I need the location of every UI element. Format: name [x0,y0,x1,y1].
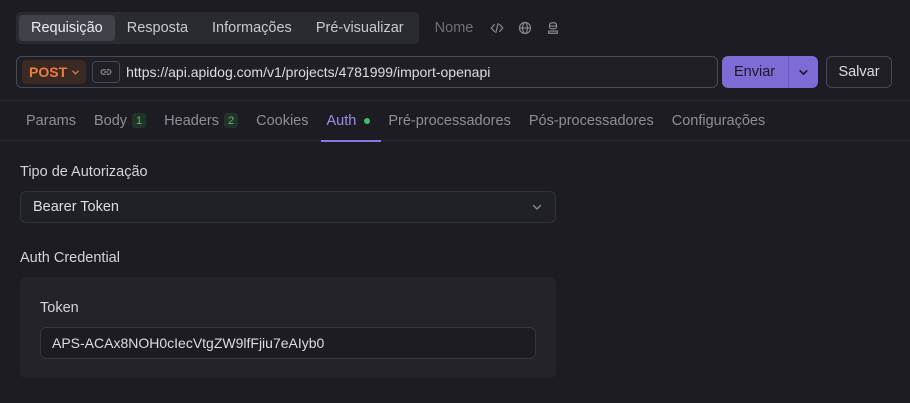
tab-label: Pós-processadores [528,112,654,129]
url-input[interactable]: https://api.apidog.com/v1/projects/47819… [126,64,490,80]
tab-requisicao[interactable]: Requisição [19,15,115,41]
chevron-down-icon [72,70,79,74]
send-button[interactable]: Enviar [722,56,818,88]
code-icon[interactable] [489,20,505,36]
method-select[interactable]: POST [22,60,87,84]
tab-label: Body [93,112,128,129]
auth-credential-label: Auth Credential [20,250,120,266]
send-options-button[interactable] [788,56,818,88]
tab-cookies[interactable]: Cookies [256,101,308,141]
tab-pre-processadores[interactable]: Pré-processadores [388,101,511,141]
auth-credential-panel: Token APS-ACAx8NOH0cIecVtgZW9lfFjiu7eAIy… [20,277,556,378]
tab-auth[interactable]: Auth [321,101,382,142]
tab-pre-visualizar[interactable]: Pré-visualizar [304,15,416,41]
tab-headers[interactable]: Headers 2 [164,101,239,141]
globe-icon[interactable] [517,20,533,36]
token-input[interactable]: APS-ACAx8NOH0cIecVtgZW9lfFjiu7eAIyb0 [40,327,536,359]
auth-type-select[interactable]: Bearer Token [20,191,556,223]
tab-configuracoes[interactable]: Configurações [672,101,766,141]
count-badge: 1 [132,113,147,128]
tab-label: Pré-processadores [388,112,511,129]
tab-informacoes[interactable]: Informações [200,15,304,41]
send-label: Enviar [734,64,776,80]
auth-type-label: Tipo de Autorização [20,164,148,180]
count-badge: 2 [223,113,239,128]
chevron-down-icon [532,204,542,210]
request-sections-tabs: Params Body 1 Headers 2 Cookies Auth Pré… [0,100,910,142]
top-row: Requisição Resposta Informações Pré-visu… [16,12,573,44]
token-label: Token [40,300,79,316]
tab-label: Auth [326,112,357,129]
tab-body[interactable]: Body 1 [93,101,147,141]
save-button[interactable]: Salvar [826,56,892,88]
link-icon[interactable] [92,61,121,83]
tab-pos-processadores[interactable]: Pós-processadores [529,101,654,141]
method-label: POST [29,64,68,80]
request-view-tabs: Requisição Resposta Informações Pré-visu… [16,12,419,44]
token-value: APS-ACAx8NOH0cIecVtgZW9lfFjiu7eAIyb0 [52,335,325,351]
chevron-down-icon [799,69,808,75]
tab-label: Headers [164,112,219,129]
tab-label: Configurações [671,112,766,129]
request-meta: Nome [435,20,574,36]
tab-resposta[interactable]: Resposta [115,15,200,41]
tab-label: Cookies [256,112,309,129]
tab-params[interactable]: Params [26,101,76,141]
tab-label: Params [26,112,76,129]
status-dot [364,117,371,124]
name-field[interactable]: Nome [435,20,474,36]
url-bar: POST https://api.apidog.com/v1/projects/… [16,56,718,88]
server-icon[interactable] [545,20,561,36]
auth-type-value: Bearer Token [33,199,119,215]
